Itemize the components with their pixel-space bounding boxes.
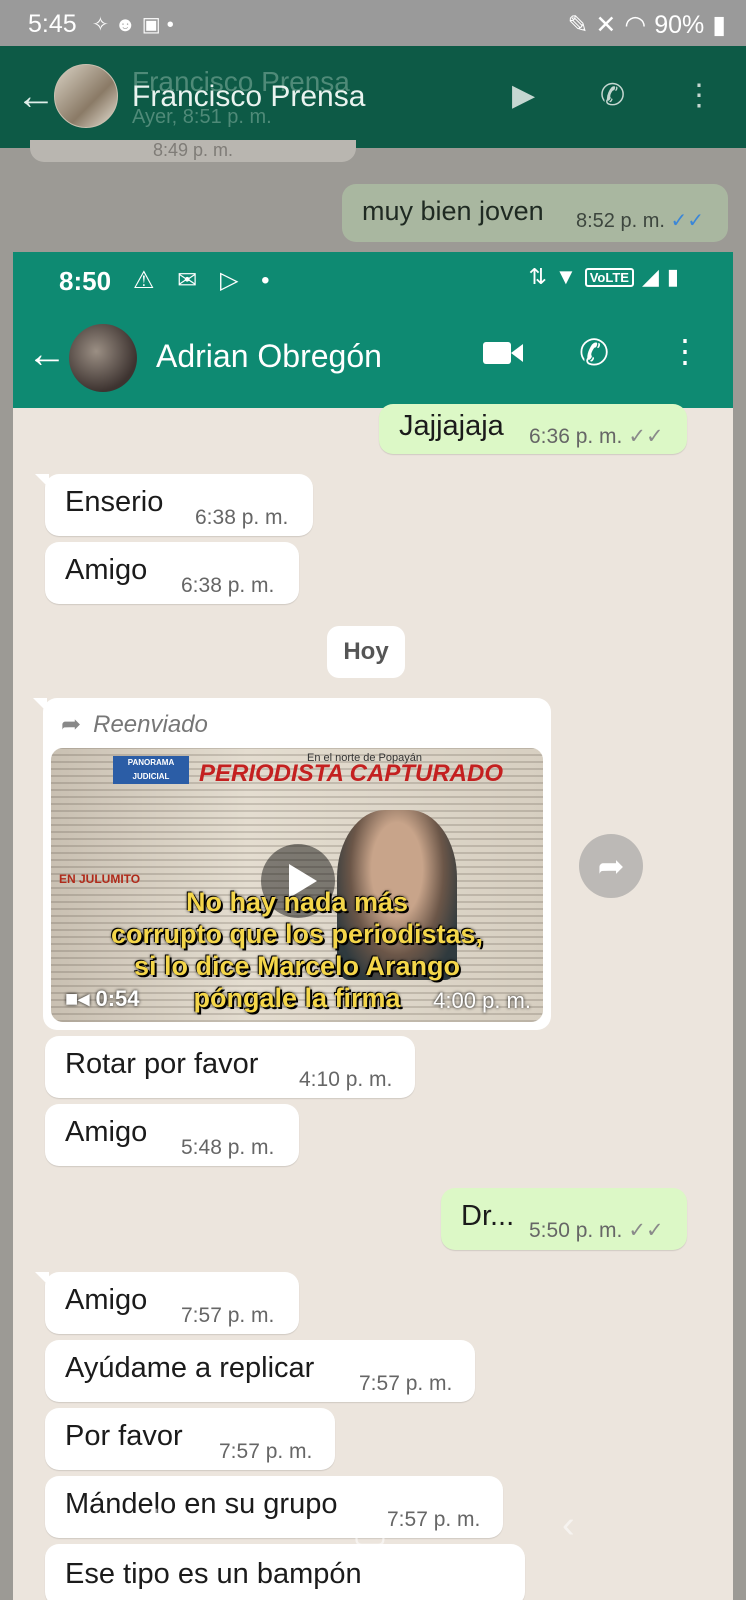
- message-time: 5:50 p. m.: [529, 1219, 623, 1242]
- outer-contact-avatar[interactable]: [54, 64, 118, 128]
- video-time: 4:00 p. m.: [433, 988, 531, 1013]
- message-bubble-incoming[interactable]: Rotar por favor 4:10 p. m.: [45, 1036, 415, 1098]
- message-bubble-incoming[interactable]: Por favor 7:57 p. m.: [45, 1408, 335, 1470]
- date-separator: Hoy: [327, 626, 405, 678]
- video-camera-icon: ■◂: [65, 986, 96, 1011]
- wifi-icon: ▼: [554, 264, 577, 289]
- inner-status-time: 8:50: [59, 266, 112, 296]
- message-bubble-incoming[interactable]: Ayúdame a replicar 7:57 p. m.: [45, 1340, 475, 1402]
- message-text: Ayúdame a replicar: [65, 1352, 315, 1384]
- inner-notification-icons: ⚠ ✉ ▷ •: [133, 267, 278, 294]
- newspaper-section-box: PANORAMA JUDICIAL: [113, 756, 189, 784]
- message-text: Por favor: [65, 1420, 183, 1452]
- message-text: Amigo: [65, 1116, 148, 1148]
- outer-back-arrow-icon[interactable]: ←: [16, 74, 56, 119]
- message-time: 4:10 p. m.: [299, 1068, 393, 1091]
- outer-sent-time: 8:52 p. m.: [575, 210, 665, 232]
- video-duration: ■◂ 0:54: [65, 986, 140, 1012]
- forwarded-label: ➦ Reenviado: [61, 710, 208, 739]
- back-arrow-icon[interactable]: ←: [27, 332, 67, 377]
- wifi-icon: ◠: [624, 11, 647, 39]
- message-time: 7:57 p. m.: [359, 1372, 453, 1395]
- message-bubble-incoming[interactable]: Enserio 6:38 p. m.: [35, 474, 313, 536]
- message-bubble-incoming[interactable]: Mándelo en su grupo 7:57 p. m.: [45, 1476, 503, 1538]
- outer-notification-icons: ✧☻▣•: [92, 14, 180, 36]
- outer-chat-header: ← Francisco Prensa Francisco Prensa Ayer…: [0, 46, 746, 148]
- message-time: 6:36 p. m.: [529, 425, 623, 448]
- message-bubble-incoming[interactable]: Amigo 6:38 p. m.: [45, 542, 299, 604]
- volte-badge: VoLTE: [584, 267, 634, 287]
- video-thumbnail[interactable]: PANORAMA JUDICIAL En el norte de Popayán…: [51, 748, 543, 1022]
- message-time: 5:48 p. m.: [181, 1136, 275, 1159]
- message-text: Ese tipo es un bampón: [65, 1558, 362, 1590]
- outer-sent-meta: 8:52 p. m. ✓✓: [576, 208, 704, 233]
- voice-call-icon[interactable]: ✆: [579, 332, 609, 374]
- video-call-icon[interactable]: [483, 340, 523, 366]
- message-time: 6:38 p. m.: [195, 506, 289, 529]
- forwarded-text: Reenviado: [93, 711, 208, 738]
- contact-avatar[interactable]: [69, 324, 137, 392]
- outer-status-time: 5:45: [28, 10, 77, 38]
- message-text: Amigo: [65, 1284, 148, 1316]
- double-check-icon: ✓✓: [670, 210, 704, 232]
- forward-arrow-icon: ➦: [61, 711, 82, 738]
- outer-battery-text: 90%: [654, 10, 705, 39]
- outer-previous-bubble: 8:49 p. m.: [30, 140, 356, 162]
- double-check-icon: ✓✓: [628, 425, 664, 448]
- message-text: Dr...: [461, 1200, 515, 1232]
- message-text: Jajjajaja: [399, 410, 504, 442]
- outer-video-call-icon[interactable]: ▶: [512, 78, 535, 113]
- double-check-icon: ✓✓: [628, 1219, 664, 1242]
- message-time: 7:57 p. m.: [387, 1508, 481, 1531]
- outer-system-icons: ✎ ✕ ◠ 90% ▮: [568, 10, 726, 40]
- caption-line: si lo dice Marcelo Arango: [133, 951, 461, 981]
- battery-icon: ▮: [712, 11, 726, 39]
- outer-sent-message[interactable]: muy bien joven 8:52 p. m. ✓✓: [342, 184, 728, 242]
- signal-icon: ◢: [641, 264, 659, 289]
- outer-menu-icon[interactable]: ⋮: [684, 78, 714, 113]
- video-duration-text: 0:54: [95, 986, 140, 1011]
- share-forward-icon[interactable]: ➦: [579, 834, 643, 898]
- message-bubble-incoming[interactable]: Ese tipo es un bampón: [45, 1544, 525, 1600]
- message-text: Amigo: [65, 554, 148, 586]
- mute-icon: ✎ ✕: [567, 11, 617, 39]
- inner-system-icons: ⇅ ▼ VoLTE ◢ ▮: [529, 264, 680, 290]
- caption-line: corrupto que los periodistas,: [110, 919, 484, 949]
- forwarded-video-message[interactable]: ➦ Reenviado PANORAMA JUDICIAL En el norte…: [33, 698, 551, 1030]
- caption-line: No hay nada más: [185, 887, 409, 917]
- menu-icon[interactable]: ⋮: [669, 332, 701, 370]
- message-bubble-incoming[interactable]: Amigo 7:57 p. m.: [35, 1272, 299, 1334]
- message-text: Rotar por favor: [65, 1048, 259, 1080]
- battery-icon: ▮: [666, 264, 679, 289]
- newspaper-headline: PERIODISTA CAPTURADO: [199, 760, 504, 787]
- message-time: 6:38 p. m.: [181, 574, 275, 597]
- data-arrows-icon: ⇅: [528, 264, 547, 289]
- message-time: 7:57 p. m.: [219, 1440, 313, 1463]
- contact-name[interactable]: Adrian Obregón: [156, 338, 382, 375]
- inner-chat-header: ← Adrian Obregón ✆ ⋮: [13, 310, 733, 408]
- outer-last-seen: Ayer, 8:51 p. m.: [132, 106, 272, 128]
- embedded-screenshot[interactable]: 8:50 ⚠ ✉ ▷ • ⇅ ▼ VoLTE ◢ ▮ ← Adrian Obre…: [13, 252, 733, 1600]
- message-text: Enserio: [65, 486, 164, 518]
- message-bubble-outgoing[interactable]: Dr... 5:50 p. m. ✓✓: [441, 1188, 687, 1250]
- inner-status-bar: 8:50 ⚠ ✉ ▷ • ⇅ ▼ VoLTE ◢ ▮: [13, 252, 733, 310]
- message-meta: 5:50 p. m. ✓✓: [529, 1218, 664, 1243]
- message-bubble-incoming[interactable]: Amigo 5:48 p. m.: [45, 1104, 299, 1166]
- outer-previous-time: 8:49 p. m.: [152, 140, 234, 160]
- message-time: 7:57 p. m.: [181, 1304, 275, 1327]
- message-meta: 6:36 p. m. ✓✓: [529, 424, 664, 449]
- outer-voice-call-icon[interactable]: ✆: [600, 78, 625, 113]
- message-bubble-outgoing[interactable]: Jajjajaja 6:36 p. m. ✓✓: [379, 404, 687, 454]
- message-text: Mándelo en su grupo: [65, 1488, 338, 1520]
- newspaper-side-heading: EN JULUMITO: [59, 872, 141, 886]
- outer-status-bar: 5:45 ✧☻▣• ✎ ✕ ◠ 90% ▮: [0, 0, 746, 46]
- outer-sent-text: muy bien joven: [362, 196, 544, 226]
